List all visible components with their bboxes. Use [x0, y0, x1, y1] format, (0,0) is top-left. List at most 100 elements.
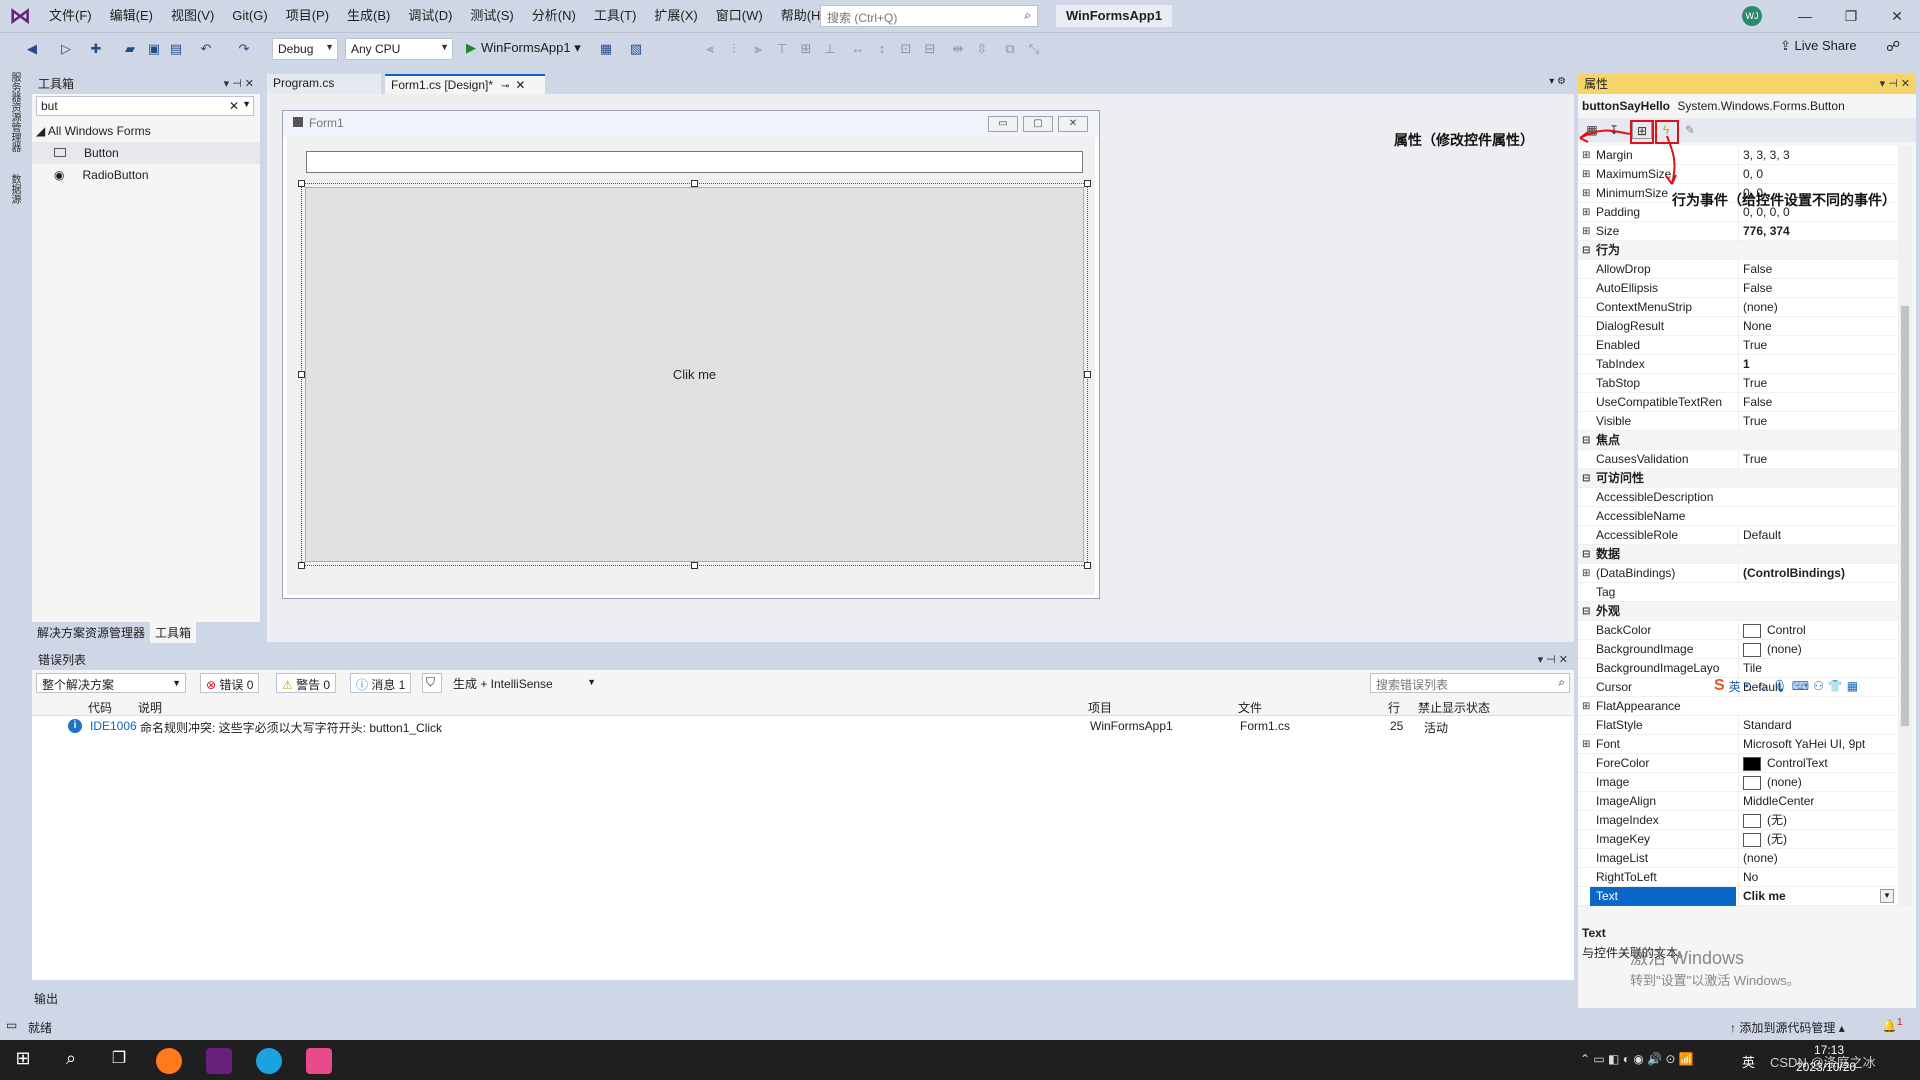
microphone-icon[interactable]: 🎙: [1773, 679, 1788, 693]
back-icon[interactable]: ◀: [22, 39, 42, 59]
menu-view[interactable]: 视图(V): [162, 0, 223, 32]
panel-controls-icon[interactable]: ▾ ⊣ ✕: [1538, 650, 1568, 670]
property-grid-scrollbar[interactable]: [1898, 146, 1912, 906]
align-centers-icon[interactable]: ⫶: [724, 39, 744, 59]
task-view-icon[interactable]: ❐: [106, 1048, 132, 1074]
property-value[interactable]: ControlText: [1738, 754, 1898, 773]
visual-studio-logo-icon[interactable]: ⋈: [0, 0, 40, 32]
menu-analyze[interactable]: 分析(N): [523, 0, 585, 32]
server-explorer-tab[interactable]: 服务器资源管理器: [8, 72, 22, 152]
property-row[interactable]: DialogResult None: [1578, 317, 1898, 336]
menu-file[interactable]: 文件(F): [40, 0, 101, 32]
property-row[interactable]: AccessibleName: [1578, 507, 1898, 526]
property-row[interactable]: ⊞ (DataBindings) (ControlBindings): [1578, 564, 1898, 583]
property-row[interactable]: UseCompatibleTextRen False: [1578, 393, 1898, 412]
punctuation-icon[interactable]: •,: [1745, 679, 1753, 693]
property-value[interactable]: No: [1738, 868, 1898, 887]
column-header-description[interactable]: 说明: [138, 699, 162, 716]
resize-handle[interactable]: [1084, 180, 1091, 187]
edge-icon[interactable]: [256, 1048, 282, 1074]
make-same-size-icon[interactable]: ⊟: [920, 39, 940, 59]
redo-icon[interactable]: ↷: [234, 39, 254, 59]
property-value[interactable]: 3, 3, 3, 3: [1738, 146, 1898, 165]
property-value[interactable]: True: [1738, 450, 1898, 469]
horizontal-spacing-icon[interactable]: ⇹: [948, 39, 968, 59]
expand-icon[interactable]: ⊟: [1582, 241, 1592, 260]
windows-start-icon[interactable]: ⊞: [10, 1048, 36, 1074]
property-category[interactable]: ⊟ 行为: [1578, 241, 1898, 260]
firefox-icon[interactable]: [156, 1048, 182, 1074]
size-to-grid-icon[interactable]: ⊡: [896, 39, 916, 59]
property-row[interactable]: RightToLeft No: [1578, 868, 1898, 887]
data-sources-tab[interactable]: 数据源: [8, 174, 22, 204]
property-value[interactable]: True: [1738, 412, 1898, 431]
property-row[interactable]: ImageIndex (无): [1578, 811, 1898, 830]
tab-program-cs[interactable]: Program.cs: [267, 74, 381, 94]
errors-filter-button[interactable]: ⊗ 错误 0: [200, 673, 260, 693]
toolbox-category[interactable]: ◢ All Windows Forms: [32, 120, 260, 142]
restore-icon[interactable]: ❐: [1828, 0, 1874, 32]
column-header-code[interactable]: 代码: [88, 699, 112, 716]
property-row[interactable]: ⊞ Font Microsoft YaHei UI, 9pt: [1578, 735, 1898, 754]
property-category[interactable]: ⊟ 外观: [1578, 602, 1898, 621]
undo-icon[interactable]: ↶: [196, 39, 216, 59]
property-value[interactable]: False: [1738, 260, 1898, 279]
resize-handle[interactable]: [1084, 562, 1091, 569]
expand-icon[interactable]: ⊞: [1582, 735, 1592, 754]
system-tray-icons[interactable]: ⌃ ▭ ◧ ◐ ◉ 🔊 ⊙ 📶: [1580, 1052, 1694, 1066]
avatar[interactable]: WJ: [1742, 6, 1762, 26]
expand-icon[interactable]: ⊟: [1582, 469, 1592, 488]
expand-icon[interactable]: ⊟: [1582, 431, 1592, 450]
sogou-logo-icon[interactable]: S: [1714, 677, 1725, 695]
property-category[interactable]: ⊟ 焦点: [1578, 431, 1898, 450]
menu-build[interactable]: 生成(B): [338, 0, 399, 32]
error-search-input[interactable]: 搜索错误列表 ⌕: [1370, 673, 1570, 693]
property-value[interactable]: (ControlBindings): [1738, 564, 1898, 583]
feedback-icon[interactable]: ☍: [1886, 38, 1900, 55]
resize-handle[interactable]: [691, 562, 698, 569]
chevron-down-icon[interactable]: ▼: [242, 99, 251, 109]
property-row[interactable]: BackgroundImage (none): [1578, 640, 1898, 659]
property-value[interactable]: True: [1738, 374, 1898, 393]
property-row[interactable]: ImageAlign MiddleCenter: [1578, 792, 1898, 811]
ime-language[interactable]: 英: [1729, 678, 1741, 695]
make-same-height-icon[interactable]: ↕: [872, 39, 892, 59]
clear-icon[interactable]: ✕: [229, 99, 239, 113]
property-value[interactable]: (none): [1738, 640, 1898, 659]
close-icon[interactable]: ✕: [515, 78, 525, 92]
panel-controls-icon[interactable]: ▾ ⊣ ✕: [1880, 74, 1910, 94]
property-row[interactable]: FlatStyle Standard: [1578, 716, 1898, 735]
expand-icon[interactable]: ⊞: [1582, 697, 1592, 716]
property-value[interactable]: (none): [1738, 849, 1898, 868]
config-select[interactable]: Debug ▼: [272, 38, 338, 60]
property-row[interactable]: ForeColor ControlText: [1578, 754, 1898, 773]
clock-time[interactable]: 17:13: [1814, 1043, 1844, 1057]
forward-icon[interactable]: ▷: [56, 39, 76, 59]
column-header-line[interactable]: 行: [1388, 699, 1400, 716]
property-value[interactable]: True: [1738, 336, 1898, 355]
start-debugging-button[interactable]: ▶ WinFormsApp1 ▾: [462, 38, 585, 60]
property-value[interactable]: Microsoft YaHei UI, 9pt: [1738, 735, 1898, 754]
align-bottoms-icon[interactable]: ⊥: [820, 39, 840, 59]
chevron-down-icon[interactable]: ▼: [1880, 889, 1894, 903]
open-folder-icon[interactable]: ▰: [120, 39, 140, 59]
property-category[interactable]: ⊟ 数据: [1578, 545, 1898, 564]
add-to-source-control-button[interactable]: ↑ 添加到源代码管理 ▴: [1730, 1019, 1845, 1036]
property-row[interactable]: TabStop True: [1578, 374, 1898, 393]
keyboard-icon[interactable]: ⌨: [1792, 679, 1809, 693]
property-value[interactable]: MiddleCenter: [1738, 792, 1898, 811]
menu-extensions[interactable]: 扩展(X): [645, 0, 706, 32]
tab-solution-explorer[interactable]: 解决方案资源管理器: [32, 622, 151, 643]
align-lefts-icon[interactable]: ⫷: [700, 39, 720, 59]
property-value[interactable]: Default: [1738, 526, 1898, 545]
property-row[interactable]: Tag: [1578, 583, 1898, 602]
tab-options-icon[interactable]: ▾ ⚙: [1549, 76, 1566, 87]
property-row[interactable]: BackColor Control: [1578, 621, 1898, 640]
menu-test[interactable]: 测试(S): [461, 0, 522, 32]
property-value[interactable]: (none): [1738, 298, 1898, 317]
property-row[interactable]: AllowDrop False: [1578, 260, 1898, 279]
scope-select[interactable]: 整个解决方案 ▼: [36, 673, 186, 693]
property-row[interactable]: Enabled True: [1578, 336, 1898, 355]
save-icon[interactable]: ▣: [144, 39, 164, 59]
expand-icon[interactable]: ⊞: [1582, 222, 1592, 241]
